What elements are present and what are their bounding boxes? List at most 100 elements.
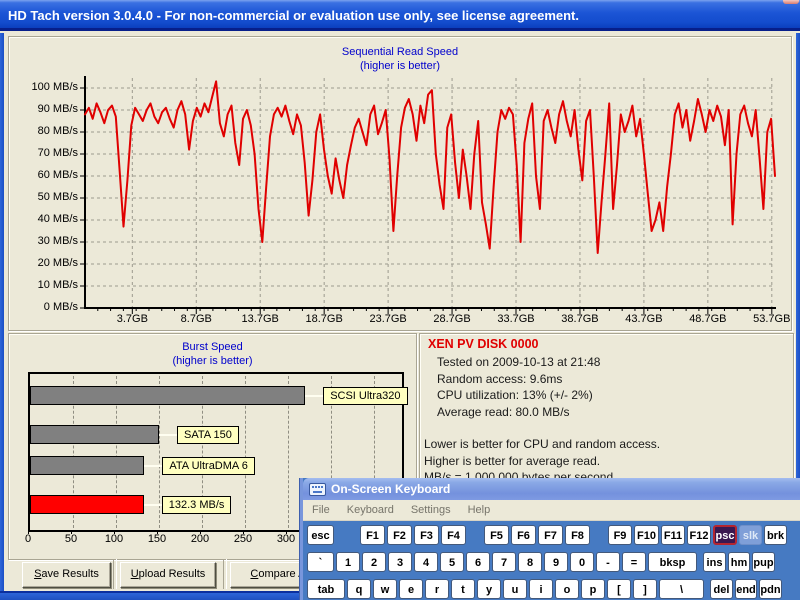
osk-key-e[interactable]: e	[399, 579, 423, 599]
y-tick-label: 80 MB/s	[30, 125, 78, 137]
info-note-line: Higher is better for average read.	[424, 454, 600, 468]
hdtach-titlebar[interactable]: HD Tach version 3.0.4.0 - For non-commer…	[0, 0, 800, 31]
osk-key-tab[interactable]: tab	[307, 579, 345, 599]
x-tick-label: 28.7GB	[427, 313, 477, 325]
osk-key-F6[interactable]: F6	[511, 525, 536, 545]
x-tick-label: 53.7GB	[747, 313, 797, 325]
info-detail-line: Average read: 80.0 MB/s	[437, 405, 570, 419]
button-separator	[113, 559, 117, 589]
x-tick-label: 3.7GB	[107, 313, 157, 325]
osk-key-t[interactable]: t	[451, 579, 475, 599]
burst-tick-label: 200	[185, 533, 215, 545]
drive-name: XEN PV DISK 0000	[428, 337, 538, 351]
button-upload-results[interactable]: Upload Results	[120, 562, 216, 588]
window-border-left	[0, 33, 4, 600]
burst-bar-3	[30, 456, 144, 475]
osk-key-row-2: `1234567890-=bkspinshmpup	[307, 552, 800, 574]
osk-key-F7[interactable]: F7	[538, 525, 563, 545]
osk-key-backslash[interactable]: \	[659, 579, 704, 599]
seq-chart-title: Sequential Read Speed	[9, 45, 791, 59]
osk-key-brk[interactable]: brk	[764, 525, 787, 545]
burst-tick-label: 250	[228, 533, 258, 545]
osk-key-F12[interactable]: F12	[687, 525, 711, 545]
y-tick-label: 50 MB/s	[30, 191, 78, 203]
osk-key-o[interactable]: o	[555, 579, 579, 599]
osk-key-ins[interactable]: ins	[703, 552, 726, 572]
osk-menu-help[interactable]: Help	[468, 504, 491, 516]
button-save-results[interactable]: Save Results	[22, 562, 111, 588]
osk-key-q[interactable]: q	[347, 579, 371, 599]
osk-key-2[interactable]: 2	[362, 552, 386, 572]
osk-key-F9[interactable]: F9	[608, 525, 632, 545]
y-tick-label: 40 MB/s	[30, 213, 78, 225]
info-note-line: Lower is better for CPU and random acces…	[424, 437, 660, 451]
osk-window-title: On-Screen Keyboard	[331, 478, 450, 500]
osk-key-1[interactable]: 1	[336, 552, 360, 572]
osk-key-del[interactable]: del	[710, 579, 733, 599]
osk-key-row-1: esc F1F2F3F4 F5F6F7F8 F9F10F11F12pscslkbrk	[307, 525, 800, 547]
osk-key-slk[interactable]: slk	[739, 525, 762, 545]
x-tick-label: 33.7GB	[491, 313, 541, 325]
y-tick-label: 0 MB/s	[30, 301, 78, 313]
osk-key-=[interactable]: =	[622, 552, 646, 572]
osk-key-F5[interactable]: F5	[484, 525, 509, 545]
y-tick-label: 30 MB/s	[30, 235, 78, 247]
osk-key-w[interactable]: w	[373, 579, 397, 599]
osk-key--[interactable]: -	[596, 552, 620, 572]
osk-key-3[interactable]: 3	[388, 552, 412, 572]
osk-menu-keyboard[interactable]: Keyboard	[347, 504, 394, 516]
osk-key-psc[interactable]: psc	[713, 525, 737, 545]
bar-label-box: ATA UltraDMA 6	[162, 457, 254, 475]
info-detail-line: Tested on 2009-10-13 at 21:48	[437, 355, 600, 369]
seq-chart-subtitle: (higher is better)	[9, 59, 791, 73]
osk-menu-file[interactable]: File	[312, 504, 330, 516]
keyboard-icon	[309, 483, 326, 496]
osk-key-][interactable]: ]	[633, 579, 657, 599]
burst-tick-label: 300	[271, 533, 301, 545]
osk-key-pup[interactable]: pup	[752, 552, 775, 572]
osk-key-p[interactable]: p	[581, 579, 605, 599]
y-tick-label: 60 MB/s	[30, 169, 78, 181]
y-tick-label: 20 MB/s	[30, 257, 78, 269]
osk-key-hm[interactable]: hm	[728, 552, 750, 572]
osk-key-r[interactable]: r	[425, 579, 449, 599]
osk-key-y[interactable]: y	[477, 579, 501, 599]
osk-titlebar[interactable]: On-Screen Keyboard	[303, 478, 800, 500]
osk-key-F11[interactable]: F11	[661, 525, 685, 545]
screen: HD Tach version 3.0.4.0 - For non-commer…	[0, 0, 800, 600]
osk-key-F2[interactable]: F2	[387, 525, 412, 545]
osk-menu-settings[interactable]: Settings	[411, 504, 451, 516]
osk-key-end[interactable]: end	[735, 579, 757, 599]
osk-key-F10[interactable]: F10	[634, 525, 659, 545]
osk-key-8[interactable]: 8	[518, 552, 542, 572]
osk-key-u[interactable]: u	[503, 579, 527, 599]
osk-key-F8[interactable]: F8	[565, 525, 590, 545]
osk-key-6[interactable]: 6	[466, 552, 490, 572]
osk-key-4[interactable]: 4	[414, 552, 438, 572]
osk-key-7[interactable]: 7	[492, 552, 516, 572]
x-tick-label: 13.7GB	[235, 313, 285, 325]
osk-key-bksp[interactable]: bksp	[648, 552, 697, 572]
osk-key-F1[interactable]: F1	[360, 525, 385, 545]
osk-key-F4[interactable]: F4	[441, 525, 466, 545]
info-detail-line: Random access: 9.6ms	[437, 372, 562, 386]
osk-key-i[interactable]: i	[529, 579, 553, 599]
on-screen-keyboard-window: On-Screen Keyboard File Keyboard Settings H…	[300, 478, 800, 600]
key-gap	[336, 525, 360, 545]
bar-label-box: 132.3 MB/s	[162, 496, 232, 514]
read-speed-line	[85, 81, 775, 253]
burst-chart-subtitle: (higher is better)	[9, 354, 416, 368]
close-button-sliver[interactable]	[783, 0, 799, 4]
bar-label-box: SCSI Ultra320	[323, 387, 407, 405]
osk-key-0[interactable]: 0	[570, 552, 594, 572]
burst-tick-label: 0	[13, 533, 43, 545]
osk-key-esc[interactable]: esc	[307, 525, 334, 545]
osk-key-`[interactable]: `	[307, 552, 334, 572]
x-tick-label: 23.7GB	[363, 313, 413, 325]
osk-key-5[interactable]: 5	[440, 552, 464, 572]
osk-key-F3[interactable]: F3	[414, 525, 439, 545]
osk-key-pdn[interactable]: pdn	[759, 579, 782, 599]
osk-key-9[interactable]: 9	[544, 552, 568, 572]
burst-tick-label: 150	[142, 533, 172, 545]
osk-key-[[interactable]: [	[607, 579, 631, 599]
